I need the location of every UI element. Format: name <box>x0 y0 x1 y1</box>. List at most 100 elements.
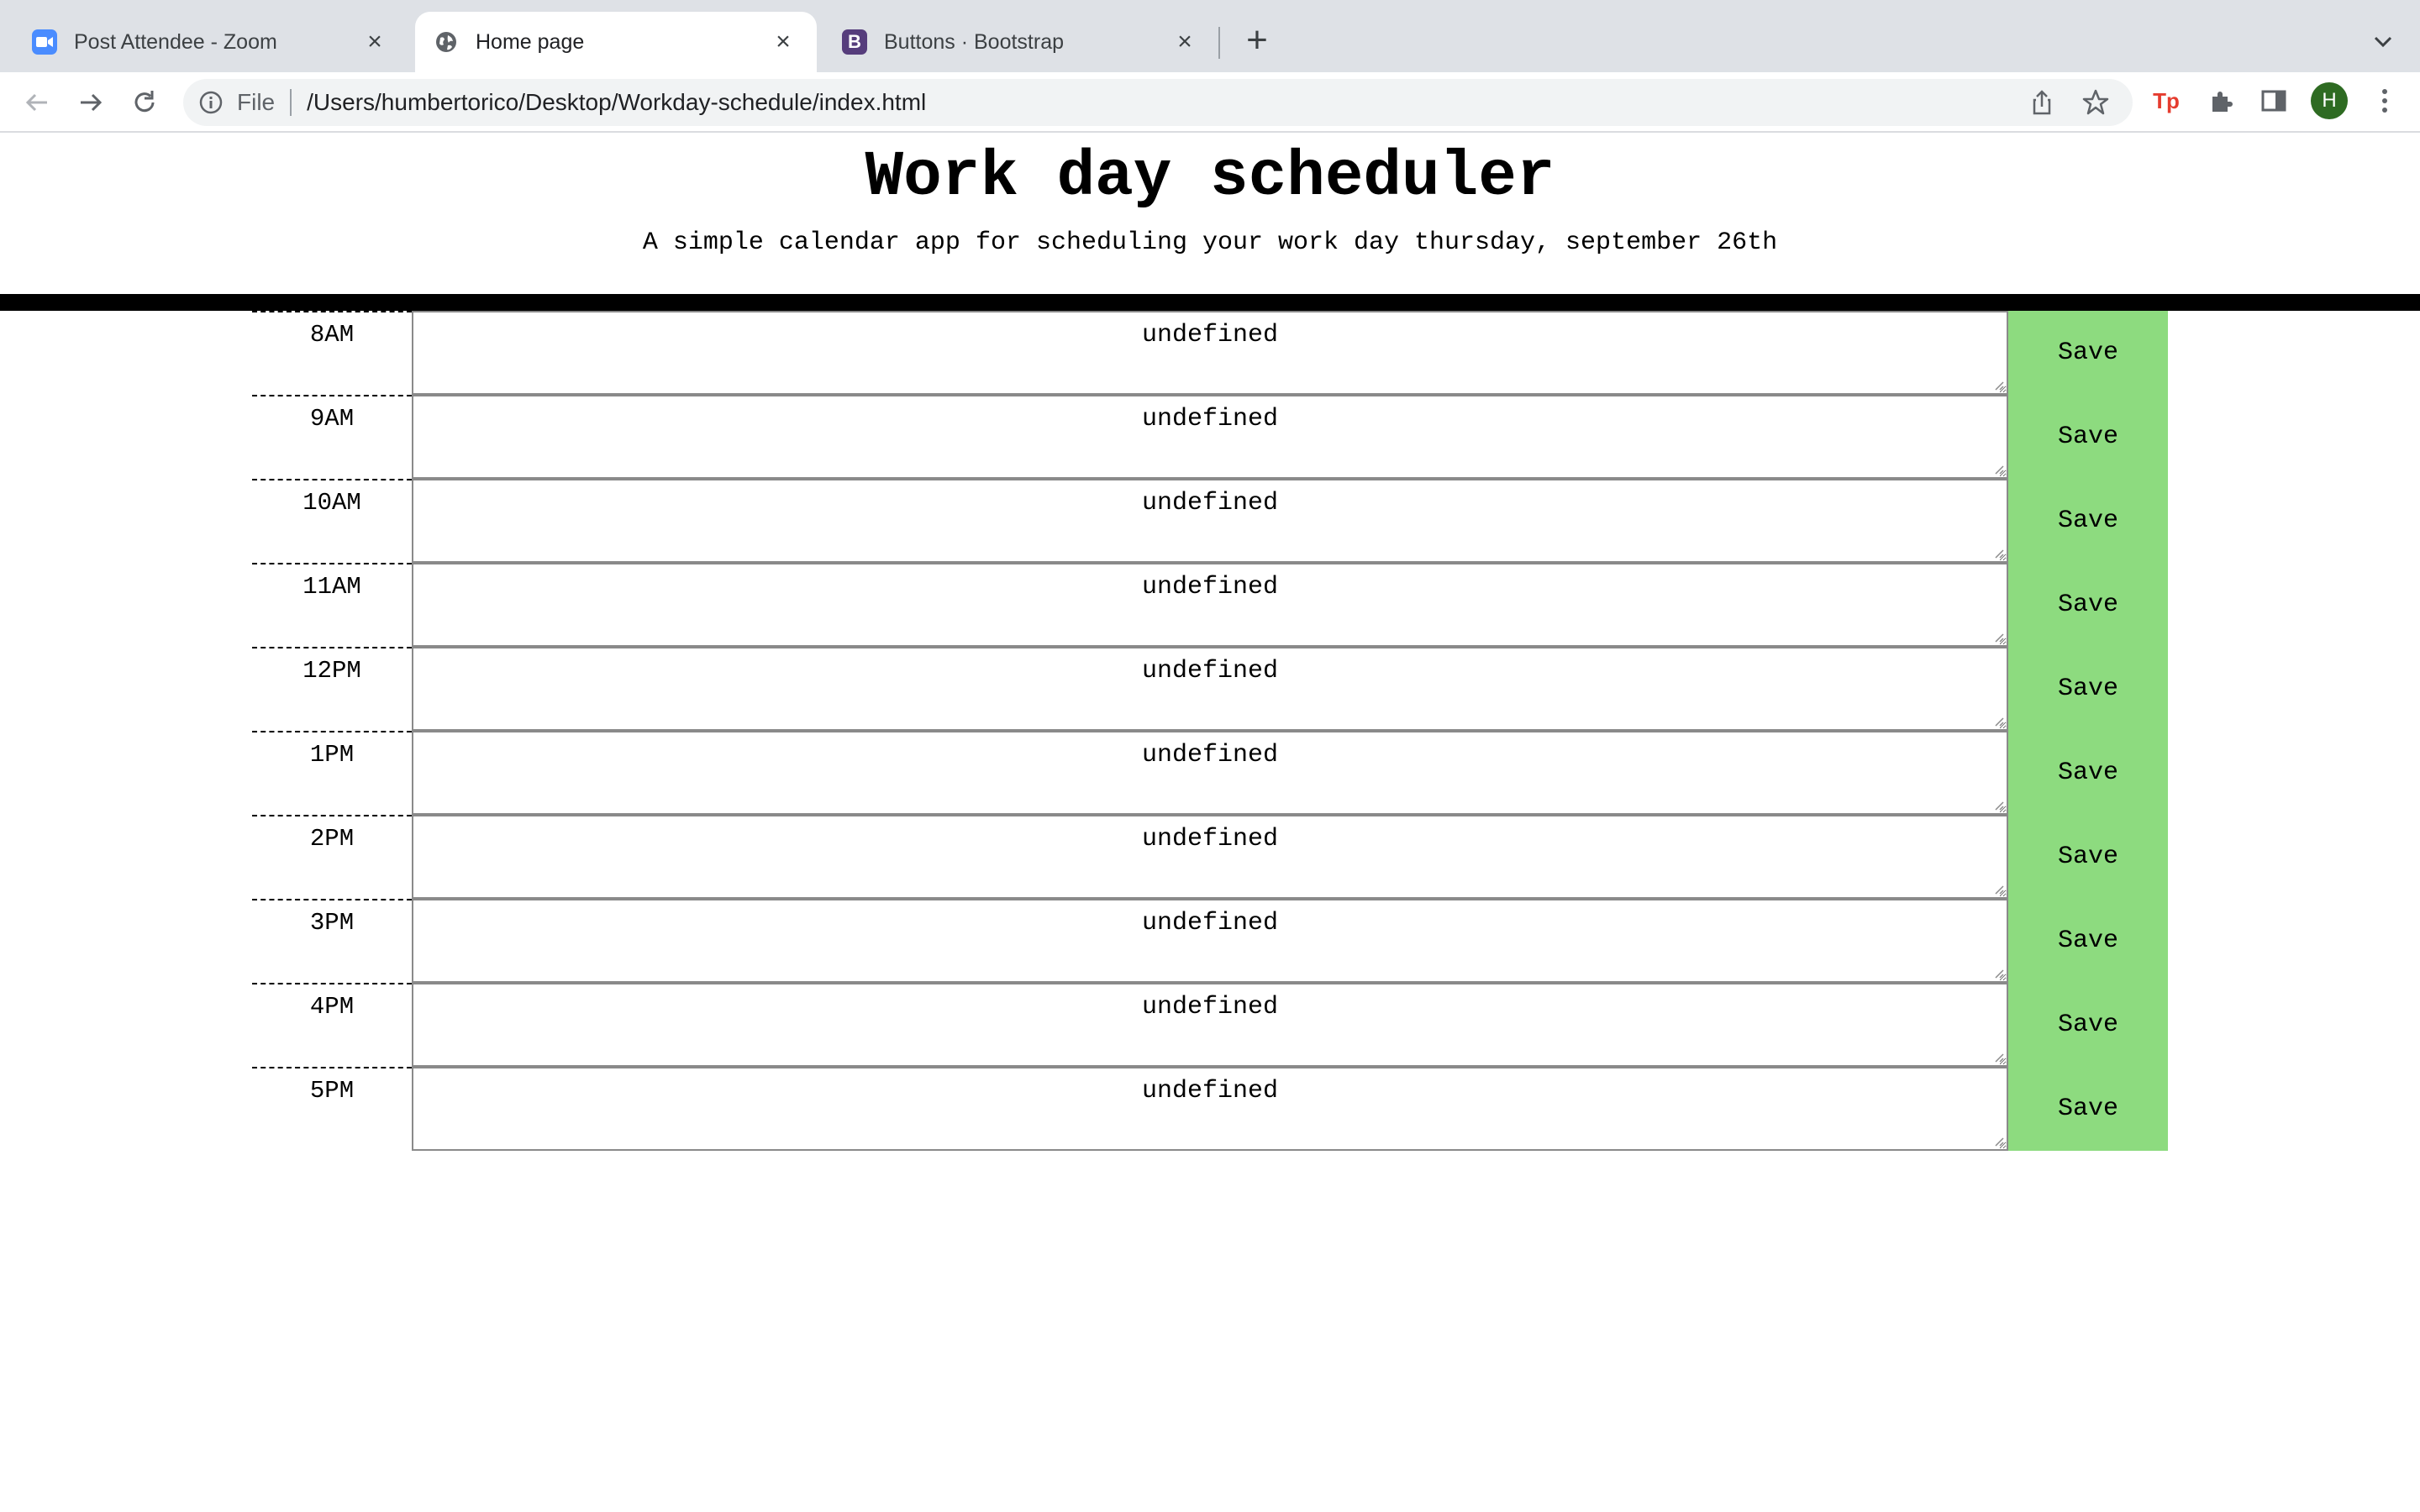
resize-grip-icon[interactable] <box>1992 883 2004 895</box>
event-description-textarea[interactable]: undefined <box>412 479 2008 563</box>
bootstrap-letter: B <box>848 31 861 52</box>
time-block-row: 8AM undefined Save <box>252 311 2168 395</box>
save-button[interactable]: Save <box>2008 479 2168 563</box>
resize-grip-icon[interactable] <box>1992 1135 2004 1147</box>
zoom-icon <box>32 29 57 55</box>
bookmark-star-icon[interactable] <box>2079 86 2112 119</box>
save-button[interactable]: Save <box>2008 311 2168 395</box>
address-bar[interactable]: File /Users/humbertorico/Desktop/Workday… <box>183 79 2133 126</box>
event-description-textarea[interactable]: undefined <box>412 899 2008 983</box>
resize-grip-icon[interactable] <box>1992 715 2004 727</box>
resize-grip-icon[interactable] <box>1992 967 2004 979</box>
event-description-text: undefined <box>1141 321 1279 349</box>
tab-zoom[interactable]: Post Attendee - Zoom × <box>13 12 408 72</box>
back-arrow-icon <box>25 93 47 112</box>
event-description-text: undefined <box>1141 825 1279 853</box>
hour-label: 8AM <box>252 311 412 395</box>
hour-label: 12PM <box>252 647 412 731</box>
time-block-row: 5PM undefined Save <box>252 1067 2168 1151</box>
new-tab-button[interactable]: + <box>1237 22 1277 62</box>
time-block-row: 1PM undefined Save <box>252 731 2168 815</box>
tab-strip: Post Attendee - Zoom × Home page × B But… <box>0 0 2420 72</box>
save-button[interactable]: Save <box>2008 815 2168 899</box>
url-text[interactable]: /Users/humbertorico/Desktop/Workday-sche… <box>307 89 2025 116</box>
tab-title: Buttons · Bootstrap <box>884 29 1065 54</box>
event-description-textarea[interactable]: undefined <box>412 1067 2008 1151</box>
hour-label: 5PM <box>252 1067 412 1151</box>
page-title: Work day scheduler <box>865 141 1555 213</box>
hour-label: 11AM <box>252 563 412 647</box>
save-button[interactable]: Save <box>2008 899 2168 983</box>
header-divider <box>0 294 2420 311</box>
save-button[interactable]: Save <box>2008 983 2168 1067</box>
close-tab-icon[interactable]: × <box>1170 27 1200 57</box>
tab-home-page[interactable]: Home page × <box>415 12 817 72</box>
browser-toolbar: File /Users/humbertorico/Desktop/Workday… <box>0 72 2420 133</box>
extensions-puzzle-icon[interactable] <box>2205 84 2238 118</box>
time-block-row: 4PM undefined Save <box>252 983 2168 1067</box>
jumbotron-header: Work day scheduler A simple calendar app… <box>0 134 2420 294</box>
page-content: Work day scheduler A simple calendar app… <box>0 134 2420 1512</box>
site-info-icon[interactable] <box>198 90 224 115</box>
forward-arrow-icon <box>81 93 103 112</box>
event-description-text: undefined <box>1141 657 1279 685</box>
event-description-textarea[interactable]: undefined <box>412 731 2008 815</box>
bootstrap-icon: B <box>842 29 867 55</box>
globe-icon <box>434 29 459 55</box>
time-block-row: 3PM undefined Save <box>252 899 2168 983</box>
event-description-textarea[interactable]: undefined <box>412 395 2008 479</box>
save-button[interactable]: Save <box>2008 395 2168 479</box>
back-button[interactable] <box>18 84 55 121</box>
event-description-textarea[interactable]: undefined <box>412 983 2008 1067</box>
hour-label: 3PM <box>252 899 412 983</box>
resize-grip-icon[interactable] <box>1992 547 2004 559</box>
resize-grip-icon[interactable] <box>1992 379 2004 391</box>
close-tab-icon[interactable]: × <box>360 27 390 57</box>
save-button[interactable]: Save <box>2008 1067 2168 1151</box>
event-description-text: undefined <box>1141 993 1279 1021</box>
resize-grip-icon[interactable] <box>1992 631 2004 643</box>
resize-grip-icon[interactable] <box>1992 463 2004 475</box>
tp-extension-label: Tp <box>2153 87 2180 113</box>
event-description-text: undefined <box>1141 405 1279 433</box>
event-description-text: undefined <box>1141 489 1279 517</box>
close-tab-icon[interactable]: × <box>768 27 798 57</box>
hour-label: 10AM <box>252 479 412 563</box>
tab-search-chevron-down-icon[interactable] <box>2366 25 2400 59</box>
page-lead-current-day: A simple calendar app for scheduling you… <box>642 228 1778 257</box>
event-description-textarea[interactable]: undefined <box>412 311 2008 395</box>
resize-grip-icon[interactable] <box>1992 799 2004 811</box>
tab-bootstrap[interactable]: B Buttons · Bootstrap × <box>823 12 1218 72</box>
save-button[interactable]: Save <box>2008 731 2168 815</box>
schedule-container: 8AM undefined Save 9AM undefined Save 10AM unde… <box>252 311 2168 1151</box>
reload-icon <box>134 91 155 113</box>
time-block-row: 11AM undefined Save <box>252 563 2168 647</box>
tab-title: Post Attendee - Zoom <box>74 29 277 54</box>
hour-label: 2PM <box>252 815 412 899</box>
browser-menu-icon[interactable] <box>2368 84 2402 118</box>
tab-separator <box>1218 27 1220 59</box>
side-panel-icon[interactable] <box>2257 84 2291 118</box>
time-block-row: 2PM undefined Save <box>252 815 2168 899</box>
tab-title: Home page <box>476 29 585 54</box>
save-button[interactable]: Save <box>2008 647 2168 731</box>
event-description-textarea[interactable]: undefined <box>412 647 2008 731</box>
event-description-textarea[interactable]: undefined <box>412 563 2008 647</box>
event-description-text: undefined <box>1141 741 1279 769</box>
time-block-row: 10AM undefined Save <box>252 479 2168 563</box>
share-icon[interactable] <box>2025 86 2059 119</box>
resize-grip-icon[interactable] <box>1992 1051 2004 1063</box>
scheme-label: File <box>237 89 276 115</box>
save-button[interactable]: Save <box>2008 563 2168 647</box>
hour-label: 4PM <box>252 983 412 1067</box>
profile-avatar[interactable]: H <box>2311 82 2348 119</box>
time-block-row: 12PM undefined Save <box>252 647 2168 731</box>
event-description-textarea[interactable]: undefined <box>412 815 2008 899</box>
event-description-text: undefined <box>1141 573 1279 601</box>
reload-button[interactable] <box>126 84 163 121</box>
omnibox-divider <box>290 89 292 116</box>
tp-extension-icon[interactable]: Tp <box>2149 84 2183 118</box>
hour-label: 1PM <box>252 731 412 815</box>
event-description-text: undefined <box>1141 909 1279 937</box>
forward-button[interactable] <box>72 84 109 121</box>
